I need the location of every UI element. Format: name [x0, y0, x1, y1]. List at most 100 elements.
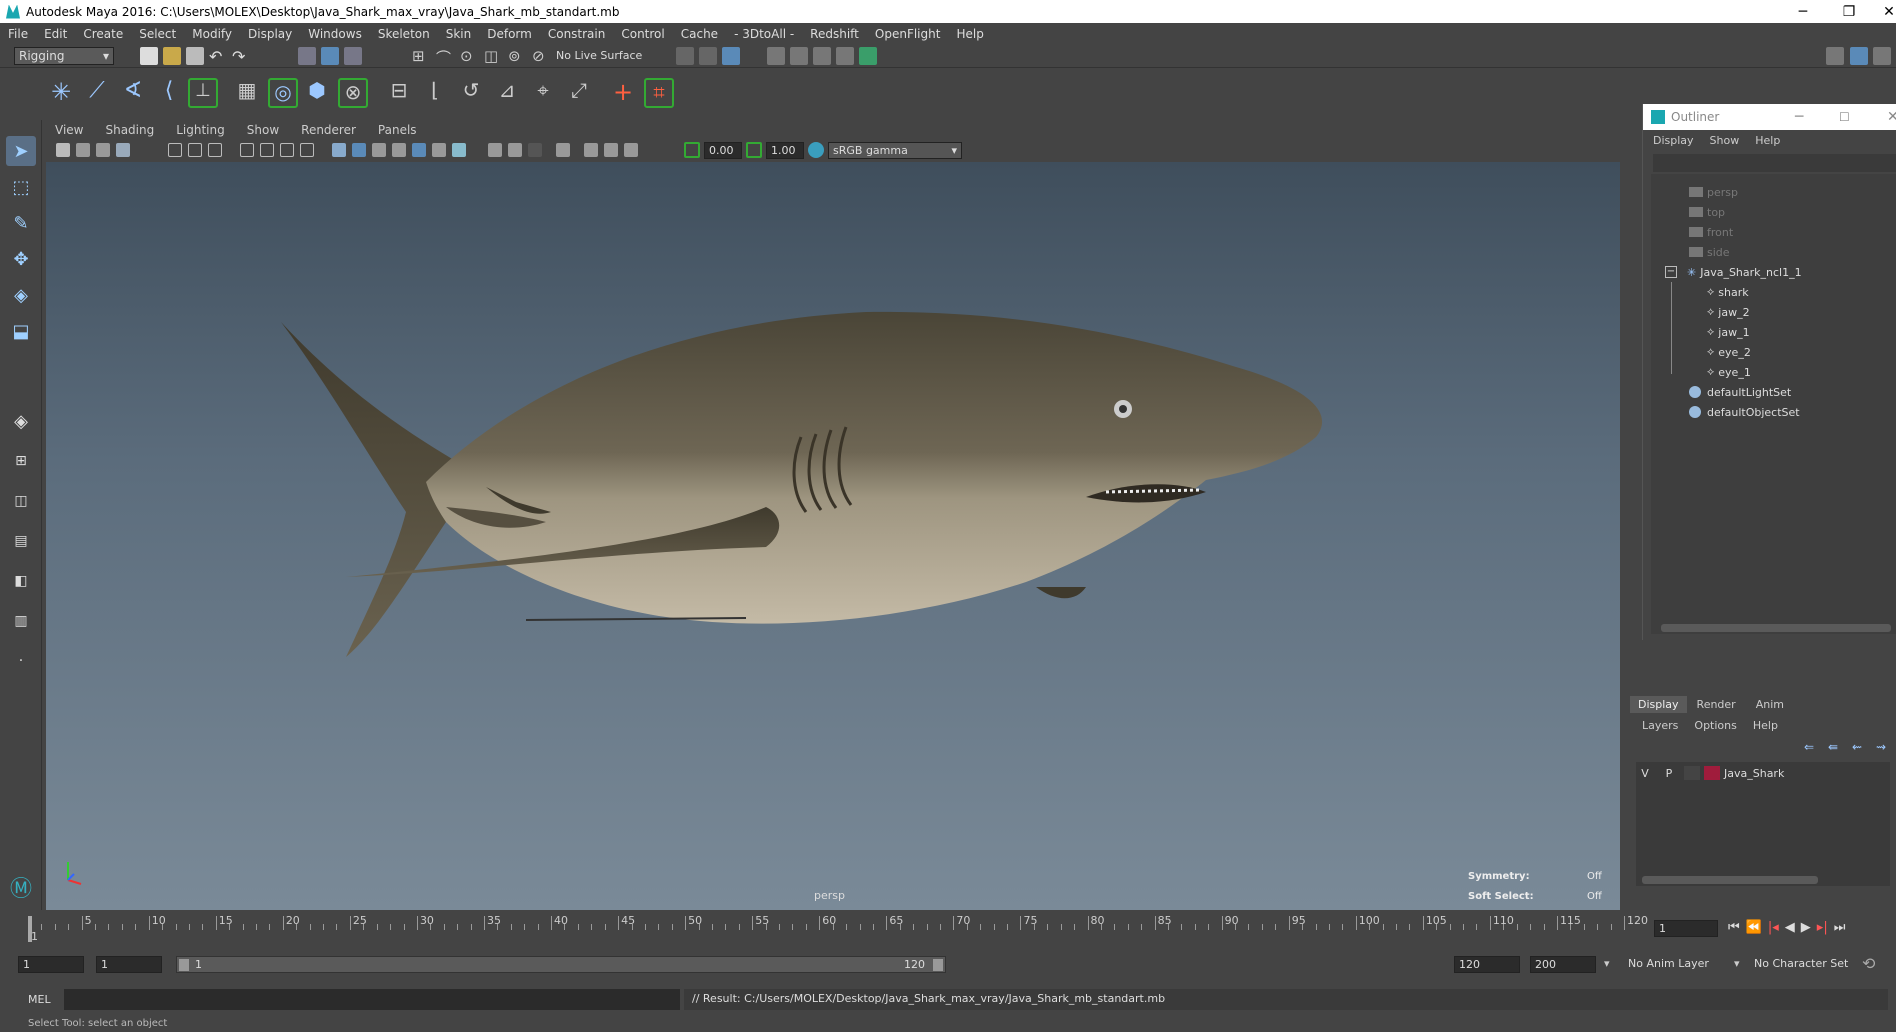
textured-icon[interactable]	[392, 143, 406, 157]
time-ruler[interactable]: 1 5 10 15 20 25 30 35 40 45 50 55 60 65 70 75 80 85 90 95 10…	[28, 914, 1648, 943]
go-to-start-icon[interactable]: ⏮	[1728, 920, 1740, 935]
new-layer-icon[interactable]: ⇜	[1852, 740, 1862, 754]
outliner-maximize-icon[interactable]: ☐	[1839, 110, 1850, 124]
viewport-menu-lighting[interactable]: Lighting	[165, 123, 236, 137]
exposure-field[interactable]: 0.00	[704, 142, 742, 159]
shark-model[interactable]	[46, 162, 1620, 910]
chevron-down-icon[interactable]: ▾	[1734, 957, 1740, 970]
paint-weights-icon[interactable]: ↺	[456, 78, 486, 108]
viewport-menu-shading[interactable]: Shading	[94, 123, 165, 137]
custom-layout-icon[interactable]: ·	[6, 646, 36, 676]
render-view-icon[interactable]	[767, 47, 785, 65]
wireframe-on-shaded-icon[interactable]	[372, 143, 386, 157]
color-management-icon[interactable]	[808, 142, 824, 158]
outliner-item[interactable]: defaultLightSet	[1689, 382, 1791, 402]
field-chart-icon[interactable]	[260, 143, 274, 157]
tab-render[interactable]: Render	[1687, 696, 1746, 713]
snap-curve-icon[interactable]: ⌒	[436, 47, 454, 67]
minimize-button[interactable]: ─	[1780, 0, 1826, 23]
point-constraint-icon[interactable]: ⤢	[564, 78, 594, 108]
orient-joint-icon[interactable]: ⟨	[154, 78, 184, 108]
perspective-viewport[interactable]: persp Symmetry: Off Soft Select: Off	[46, 162, 1620, 910]
menu-display[interactable]: Display	[240, 27, 300, 41]
parent-constraint-icon[interactable]: ⌖	[528, 78, 558, 108]
input-ops-icon[interactable]	[676, 47, 694, 65]
undo-icon[interactable]: ↶	[209, 47, 227, 66]
menu-cache[interactable]: Cache	[673, 27, 726, 41]
outliner-layout-icon[interactable]: ▤	[6, 526, 36, 556]
menu-file[interactable]: File	[0, 27, 36, 41]
lattice-icon[interactable]: ▦	[232, 78, 262, 108]
ik-handle-icon[interactable]: ⊥	[188, 78, 218, 108]
viewport-menu-renderer[interactable]: Renderer	[290, 123, 367, 137]
layer-h-scrollbar[interactable]	[1642, 876, 1818, 884]
outliner-menu-show[interactable]: Show	[1702, 134, 1748, 147]
gamma-field[interactable]: 1.00	[766, 142, 804, 159]
menu-constrain[interactable]: Constrain	[540, 27, 614, 41]
camera-select-icon[interactable]	[56, 143, 70, 157]
layer-playback-toggle[interactable]: P	[1660, 767, 1678, 780]
scale-tool-icon[interactable]: ⬓	[6, 316, 36, 346]
snap-live-icon[interactable]: ⊘	[532, 47, 550, 65]
hypershade-icon[interactable]	[859, 47, 877, 65]
select-hierarchy-icon[interactable]	[298, 47, 316, 65]
four-pane-icon[interactable]: ⊞	[6, 446, 36, 476]
next-key-icon[interactable]: ▸|	[1817, 920, 1828, 935]
outliner-item[interactable]: ⟡ eye_2	[1707, 342, 1751, 362]
image-plane-icon[interactable]	[116, 143, 130, 157]
lasso-tool-icon[interactable]: ⬚	[6, 172, 36, 202]
joint-tool-icon[interactable]: ✳	[46, 78, 76, 108]
mel-label[interactable]: MEL	[28, 993, 51, 1006]
range-slider[interactable]: 1 120	[176, 956, 946, 973]
rotate-tool-icon[interactable]: ◈	[6, 280, 36, 310]
single-pane-icon[interactable]: ◈	[6, 406, 36, 436]
construction-history-icon[interactable]	[699, 47, 717, 65]
select-object-icon[interactable]	[321, 47, 339, 65]
safe-title-icon[interactable]	[300, 143, 314, 157]
xray-joints-icon[interactable]	[604, 143, 618, 157]
graph-layout-icon[interactable]: ◧	[6, 566, 36, 596]
gamma-icon[interactable]	[746, 142, 762, 158]
layer-menu-help[interactable]: Help	[1745, 719, 1786, 732]
outliner-h-scrollbar[interactable]	[1661, 624, 1891, 632]
xray-icon[interactable]	[584, 143, 598, 157]
toggle-layout-icon-1[interactable]	[1826, 47, 1844, 65]
close-button[interactable]: ✕	[1866, 0, 1896, 23]
layer-color-swatch[interactable]	[1704, 766, 1720, 780]
grid-icon[interactable]	[168, 143, 182, 157]
range-slider-start-handle[interactable]	[179, 959, 189, 971]
outliner-item[interactable]: top	[1689, 202, 1725, 222]
menu-select[interactable]: Select	[131, 27, 184, 41]
start-time-field[interactable]: 1	[18, 956, 84, 973]
locator-icon[interactable]: +	[608, 78, 638, 108]
live-surface-label[interactable]: No Live Surface	[556, 49, 642, 62]
film-gate-icon[interactable]	[188, 143, 202, 157]
snap-point-icon[interactable]: ⊙	[460, 47, 478, 65]
playback-end-field[interactable]: 120	[1454, 956, 1520, 973]
outliner-item[interactable]: side	[1689, 242, 1730, 262]
exposure-icon[interactable]	[684, 142, 700, 158]
prev-key-icon[interactable]: |◂	[1768, 920, 1779, 935]
menu-skeleton[interactable]: Skeleton	[370, 27, 438, 41]
render-current-icon[interactable]	[790, 47, 808, 65]
snap-surface-icon[interactable]: ⊚	[508, 47, 526, 65]
move-layer-up-icon[interactable]: ⇐	[1804, 740, 1814, 754]
detach-skin-icon[interactable]: ⌊	[420, 78, 450, 108]
end-time-field[interactable]: 200	[1530, 956, 1596, 973]
lights-icon[interactable]	[412, 143, 426, 157]
playback-start-field[interactable]: 1	[96, 956, 162, 973]
layer-visibility-toggle[interactable]: V	[1636, 767, 1654, 780]
new-layer-selected-icon[interactable]: ⇝	[1876, 740, 1886, 754]
current-time-indicator[interactable]	[28, 916, 32, 942]
viewport-menu-view[interactable]: View	[44, 123, 94, 137]
new-scene-icon[interactable]	[140, 47, 158, 65]
nonlinear-icon[interactable]: ⊗	[338, 78, 368, 108]
viewport-menu-panels[interactable]: Panels	[367, 123, 428, 137]
gate-mask-icon[interactable]	[240, 143, 254, 157]
step-back-key-icon[interactable]: ⏪	[1746, 920, 1762, 935]
play-backward-icon[interactable]: ◀	[1785, 920, 1795, 935]
smooth-shade-icon[interactable]	[352, 143, 366, 157]
bind-skin-icon[interactable]: ⊟	[384, 78, 414, 108]
bookmark-icon[interactable]	[96, 143, 110, 157]
menu-deform[interactable]: Deform	[479, 27, 540, 41]
